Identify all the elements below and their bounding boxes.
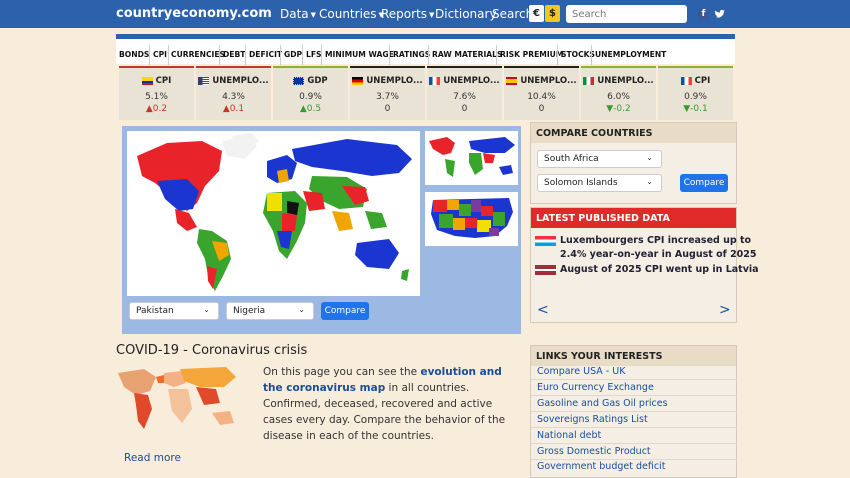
world-map-panel: Pakistan ⌄ Nigeria ⌄ Compare: [122, 126, 521, 334]
chevron-down-icon: ⌄: [646, 153, 653, 162]
tab-deficit[interactable]: DEFICIT: [249, 50, 282, 59]
chevron-down-icon: ⌄: [203, 305, 210, 314]
ticker-card[interactable]: CPI 0.9% ▼-0.1: [658, 66, 733, 120]
link-compare-usa-uk[interactable]: Compare USA - UK: [537, 366, 625, 377]
eu-flag-icon: [293, 76, 305, 85]
triangle-up-icon: ▲: [222, 104, 230, 114]
map-compare-button[interactable]: Compare: [321, 302, 369, 320]
covid-map-thumbnail[interactable]: [116, 363, 240, 437]
dollar-currency-button[interactable]: $: [545, 5, 560, 22]
link-gdp[interactable]: Gross Domestic Product: [537, 446, 651, 457]
tab-ratings[interactable]: RATINGS: [393, 50, 430, 59]
menu-search[interactable]: Search: [492, 7, 533, 21]
search-input[interactable]: [566, 5, 687, 23]
prev-arrow-icon[interactable]: <: [537, 302, 549, 318]
tab-stocks[interactable]: STOCKS: [561, 50, 595, 59]
ticker-card[interactable]: UNEMPLO... 6.0% ▼-0.2: [581, 66, 656, 120]
ticker-card[interactable]: UNEMPLO... 4.3% ▲0.1: [196, 66, 271, 120]
read-more-link[interactable]: Read more: [124, 452, 181, 464]
world-map[interactable]: [127, 131, 420, 296]
tab-risk-premium[interactable]: RISK PREMIUM: [500, 50, 563, 59]
news-item[interactable]: August of 2025 CPI went up in Latvia: [560, 264, 759, 275]
tab-currencies[interactable]: CURRENCIES: [171, 50, 225, 59]
site-logo[interactable]: countryeconomy.com: [116, 6, 272, 21]
indicator-tabs: BONDS CPI CURRENCIES DEBT DEFICIT GDP LF…: [116, 34, 735, 65]
ticker-card[interactable]: CPI 5.1% ▲0.2: [119, 66, 194, 120]
link-gasoline-prices[interactable]: Gasoline and Gas Oil prices: [537, 398, 668, 409]
latest-data-title: LATEST PUBLISHED DATA: [531, 208, 736, 228]
germany-flag-icon: [352, 76, 364, 85]
chevron-down-icon: ⌄: [646, 177, 653, 186]
spain-flag-icon: [506, 76, 518, 85]
france-flag-icon: [429, 76, 441, 85]
tab-minimum-wage[interactable]: MINIMUM WAGE: [325, 50, 394, 59]
news-item[interactable]: Luxembourgers CPI increased up to 2.4% y…: [560, 235, 757, 260]
link-euro-currency-exchange[interactable]: Euro Currency Exchange: [537, 382, 654, 393]
colombia-flag-icon: [141, 76, 153, 85]
compare-button[interactable]: Compare: [680, 174, 728, 192]
link-national-debt[interactable]: National debt: [537, 430, 601, 441]
next-arrow-icon[interactable]: >: [719, 302, 731, 318]
links-title: LINKS YOUR INTERESTS: [531, 346, 736, 366]
chevron-down-icon: ⌄: [298, 305, 305, 314]
tab-cpi[interactable]: CPI: [153, 50, 167, 59]
euro-currency-button[interactable]: €: [529, 5, 544, 22]
twitter-icon[interactable]: [714, 9, 725, 20]
covid-description: On this page you can see the evolution a…: [263, 366, 506, 442]
compare-countries-title: COMPARE COUNTRIES: [531, 123, 736, 143]
mini-world-map[interactable]: [425, 131, 518, 185]
tab-debt[interactable]: DEBT: [223, 50, 245, 59]
compare-country-b-select[interactable]: Solomon Islands ⌄: [537, 174, 662, 192]
menu-countries[interactable]: Countries ▼: [319, 7, 384, 21]
link-sovereign-ratings[interactable]: Sovereigns Ratings List: [537, 414, 648, 425]
ticker-card[interactable]: UNEMPLO... 10.4% 0: [504, 66, 579, 120]
link-budget-deficit[interactable]: Government budget deficit: [537, 461, 665, 472]
tab-unemployment[interactable]: UNEMPLOYMENT: [595, 50, 666, 59]
ticker-card[interactable]: UNEMPLO... 7.6% 0: [427, 66, 502, 120]
ticker-card[interactable]: UNEMPLO... 3.7% 0: [350, 66, 425, 120]
france-flag-icon: [680, 76, 692, 85]
usa-flag-icon: [198, 76, 210, 85]
top-navbar: countryeconomy.com Data ▼ Countries ▼ Repo…: [0, 0, 850, 28]
map-country-b-select[interactable]: Nigeria ⌄: [226, 302, 314, 320]
luxembourg-flag-icon: [535, 236, 556, 246]
menu-reports[interactable]: Reports ▼: [381, 7, 434, 21]
menu-dictionary[interactable]: Dictionary: [435, 7, 497, 21]
menu-data[interactable]: Data ▼: [280, 7, 316, 21]
tab-raw-materials[interactable]: RAW MATERIALS: [432, 50, 502, 59]
triangle-up-icon: ▲: [145, 104, 153, 114]
mini-usa-map[interactable]: [425, 192, 518, 246]
facebook-icon[interactable]: f: [698, 9, 709, 20]
latvia-flag-icon: [535, 265, 556, 275]
italy-flag-icon: [583, 76, 595, 85]
tab-gdp[interactable]: GDP: [284, 50, 302, 59]
ticker-card[interactable]: GDP 0.9% ▲0.5: [273, 66, 348, 120]
covid-section-title: COVID-19 - Coronavirus crisis: [116, 343, 308, 358]
triangle-up-icon: ▲: [299, 104, 307, 114]
tab-lfs[interactable]: LFS: [306, 50, 322, 59]
map-country-a-select[interactable]: Pakistan ⌄: [129, 302, 219, 320]
tab-bonds[interactable]: BONDS: [119, 50, 149, 59]
compare-country-a-select[interactable]: South Africa ⌄: [537, 150, 662, 168]
